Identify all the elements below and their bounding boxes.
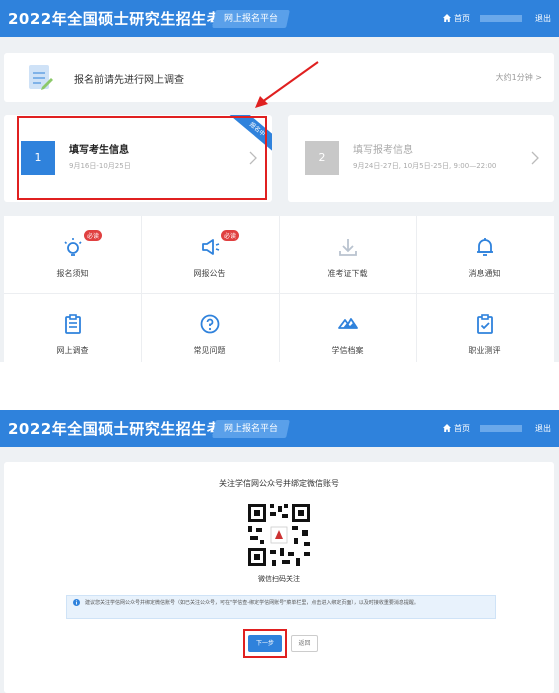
home-icon [443, 424, 451, 432]
menu-online-survey[interactable]: 网上调查 [4, 313, 141, 356]
chevron-right-icon: > [535, 73, 542, 82]
annotation-highlight-box [243, 629, 287, 658]
menu-label: 职业测评 [468, 346, 501, 355]
divider [4, 293, 554, 294]
menu-label: 消息通知 [468, 269, 501, 278]
info-icon [73, 599, 80, 606]
wechat-qr-code[interactable] [246, 502, 312, 568]
bell-icon [476, 238, 493, 256]
menu-admission-ticket-download[interactable]: 准考证下载 [279, 236, 416, 279]
clipboard-icon [64, 314, 81, 334]
logout-link[interactable]: 退出 [535, 13, 551, 24]
menu-registration-notice[interactable]: 必读 报名须知 [4, 230, 141, 279]
home-link[interactable]: 首页 [443, 423, 470, 434]
annotation-arrow [255, 61, 319, 108]
site-title: 2022年全国硕士研究生招生考试 [8, 10, 238, 28]
assessment-icon [476, 314, 493, 334]
menu-faq[interactable]: 常见问题 [141, 313, 278, 356]
menu-label: 常见问题 [193, 346, 226, 355]
menu-notifications[interactable]: 消息通知 [416, 236, 553, 279]
menu-label: 网上调查 [56, 346, 89, 355]
top-nav-bar: 2022年全国硕士研究生招生考试 网上报名平台 首页 退出 [0, 0, 559, 37]
annotation-highlight-box [17, 116, 267, 200]
logout-link[interactable]: 退出 [535, 423, 551, 434]
survey-document-icon [29, 65, 53, 90]
wechat-binding-card: 关注学信网公众号并绑定微信账号 微信扫码关注 建议您关注学信网公众号并绑定微信账… [4, 462, 554, 693]
username-masked [480, 15, 522, 22]
download-icon [338, 239, 357, 256]
step-title: 填写报考信息 [353, 145, 413, 156]
survey-text: 报名前请先进行网上调查 [74, 75, 184, 86]
question-icon [200, 314, 219, 334]
registration-home-screen: 2022年全国硕士研究生招生考试 网上报名平台 首页 退出 报名前请先进行网上调… [0, 0, 559, 362]
notice-text: 建议您关注学信网公众号并绑定微信账号（如已关注公众号，可在"学信查-绑定学信网账… [85, 600, 419, 606]
menu-chsi-archive[interactable]: 学信档案 [279, 313, 416, 356]
step-number: 2 [305, 141, 339, 175]
menu-announcements[interactable]: 必读 网报公告 [141, 230, 278, 279]
page-title: 关注学信网公众号并绑定微信账号 [219, 479, 339, 488]
home-link[interactable]: 首页 [443, 13, 470, 24]
feature-grid: 必读 报名须知 必读 网报公告 准考证下载 消息通知 网上调查 常见问题 学信档… [4, 216, 554, 362]
required-badge: 必读 [221, 230, 240, 241]
qr-caption: 微信扫码关注 [258, 575, 300, 583]
menu-label: 准考证下载 [327, 269, 368, 278]
username-masked [480, 425, 522, 432]
chevron-right-icon [531, 151, 539, 165]
lightbulb-icon [63, 238, 82, 256]
step-fill-application-info[interactable]: 2 填写报考信息 9月24日-27日, 10月5日-25日, 9:00—22:0… [288, 115, 554, 202]
back-button[interactable]: 返回 [291, 635, 318, 652]
archive-logo-icon [337, 318, 358, 329]
required-badge: 必读 [84, 230, 103, 241]
info-notice: 建议您关注学信网公众号并绑定微信账号（如已关注公众号，可在"学信查-绑定学信网账… [66, 595, 496, 619]
site-title: 2022年全国硕士研究生招生考试 [8, 420, 238, 438]
platform-badge: 网上报名平台 [212, 420, 290, 438]
menu-label: 学信档案 [331, 346, 364, 355]
menu-career-assessment[interactable]: 职业测评 [416, 313, 553, 356]
survey-time: 大约1分钟 > [495, 73, 542, 82]
wechat-binding-screen: 2022年全国硕士研究生招生考试 网上报名平台 首页 退出 关注学信网公众号并绑… [0, 410, 559, 693]
home-icon [443, 14, 451, 22]
top-nav-bar: 2022年全国硕士研究生招生考试 网上报名平台 首页 退出 [0, 410, 559, 447]
megaphone-icon [201, 239, 219, 255]
menu-label: 网报公告 [193, 269, 226, 278]
platform-badge: 网上报名平台 [212, 10, 290, 28]
step-date: 9月24日-27日, 10月5日-25日, 9:00—22:00 [353, 162, 497, 170]
menu-label: 报名须知 [56, 269, 89, 278]
